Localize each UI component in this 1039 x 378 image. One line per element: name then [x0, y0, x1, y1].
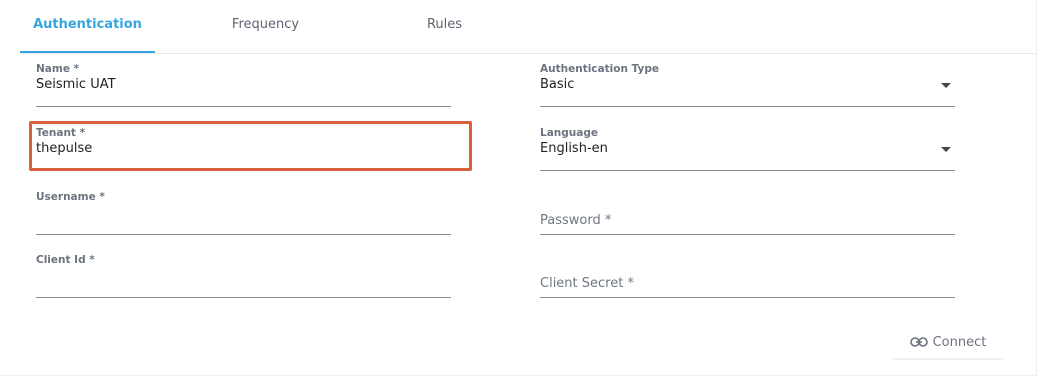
auth-type-value[interactable]: Basic	[540, 77, 574, 92]
tenant-label: Tenant *	[36, 127, 86, 139]
chevron-down-icon[interactable]	[941, 83, 951, 88]
tab-bar: Authentication Frequency Rules	[20, 0, 1036, 54]
settings-card: Authentication Frequency Rules Name * Se…	[0, 0, 1037, 376]
tab-frequency[interactable]: Frequency	[198, 0, 333, 52]
auth-type-underline	[540, 106, 955, 107]
username-label: Username *	[36, 191, 105, 203]
username-field[interactable]: Username *	[36, 191, 451, 235]
name-underline	[36, 106, 451, 107]
username-underline	[36, 234, 451, 235]
password-placeholder[interactable]: Password *	[540, 213, 611, 228]
tenant-field[interactable]: Tenant * thepulse	[36, 127, 451, 171]
client-id-field[interactable]: Client Id *	[36, 254, 451, 298]
name-field[interactable]: Name * Seismic UAT	[36, 63, 451, 107]
name-value[interactable]: Seismic UAT	[36, 77, 116, 92]
language-select[interactable]: Language English-en	[540, 127, 955, 171]
client-secret-placeholder[interactable]: Client Secret *	[540, 276, 634, 291]
tenant-value[interactable]: thepulse	[36, 141, 92, 156]
password-underline	[540, 234, 955, 235]
tab-rules[interactable]: Rules	[377, 0, 512, 52]
tab-authentication[interactable]: Authentication	[20, 0, 155, 53]
client-secret-underline	[540, 297, 955, 298]
auth-type-label: Authentication Type	[540, 63, 659, 75]
client-id-underline	[36, 297, 451, 298]
link-icon	[909, 337, 928, 347]
client-secret-field[interactable]: Client Secret *	[540, 254, 955, 298]
name-label: Name *	[36, 63, 80, 75]
chevron-down-icon[interactable]	[941, 147, 951, 152]
language-underline	[540, 170, 955, 171]
password-field[interactable]: Password *	[540, 191, 955, 235]
connect-button[interactable]: Connect	[893, 326, 1003, 360]
auth-type-select[interactable]: Authentication Type Basic	[540, 63, 955, 107]
client-id-label: Client Id *	[36, 254, 95, 266]
connect-label: Connect	[932, 334, 987, 350]
language-label: Language	[540, 127, 598, 139]
language-value[interactable]: English-en	[540, 141, 608, 156]
